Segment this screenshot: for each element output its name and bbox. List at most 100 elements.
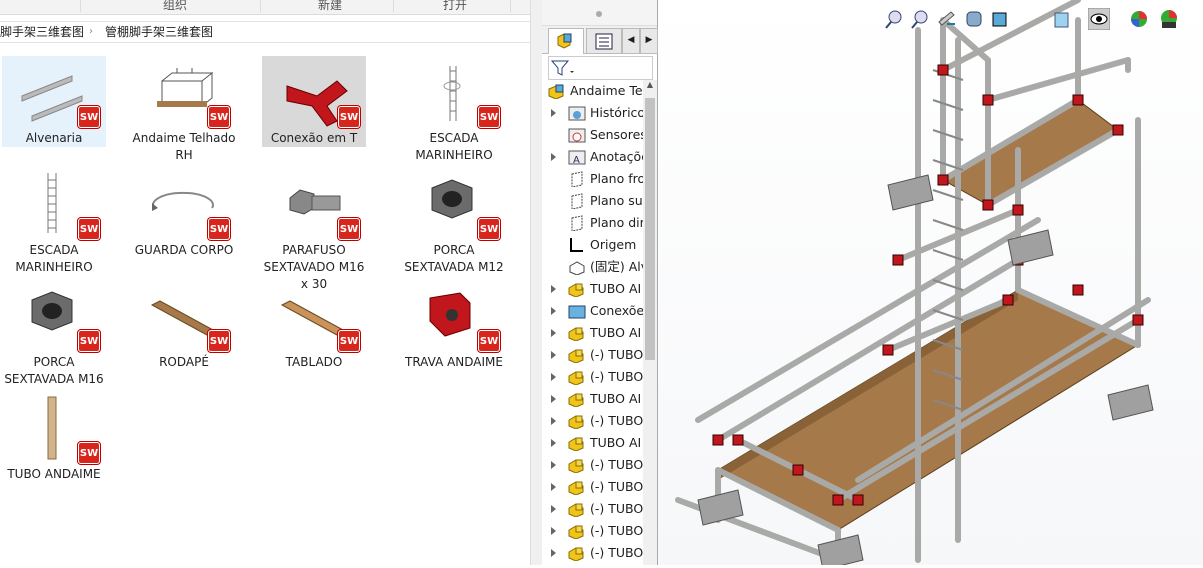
tree-item[interactable]: Plano fro [542, 168, 643, 190]
scaffold-tube [985, 57, 1131, 103]
scaffold-clamp [1112, 124, 1124, 136]
scroll-up-icon[interactable]: ▲ [643, 80, 657, 89]
zoom-to-fit-icon[interactable] [883, 8, 905, 30]
tree-filter[interactable] [548, 56, 653, 80]
tree-item[interactable]: Andaime Tel [542, 80, 643, 102]
file-item[interactable]: SW GUARDA CORPO [132, 168, 236, 259]
expand-arrow-icon[interactable] [551, 483, 556, 491]
scaffold-clamp [792, 464, 804, 476]
tree-item[interactable]: (-) TUBO [542, 366, 643, 388]
expand-arrow-icon[interactable] [551, 153, 556, 161]
tab-feature-manager[interactable] [548, 28, 584, 54]
tree-item-label: TUBO AI [590, 391, 642, 406]
file-item[interactable]: SW Alvenaria [2, 56, 106, 147]
tree-item[interactable]: (-) TUBO [542, 410, 643, 432]
solidworks-badge-icon: SW [78, 106, 100, 128]
expand-arrow-icon[interactable] [551, 549, 556, 557]
expand-arrow-icon[interactable] [551, 395, 556, 403]
scaffold-clamp [937, 64, 949, 76]
graphics-viewport[interactable] [658, 0, 1203, 568]
tab-scroll-left[interactable]: ◀ [622, 28, 640, 54]
scrollbar-thumb[interactable] [645, 98, 655, 360]
tree-item[interactable]: (-) TUBO [542, 542, 643, 564]
apply-scene-icon[interactable] [1158, 8, 1180, 30]
file-item[interactable]: SW Andaime Telhado RH [132, 56, 236, 164]
new-button[interactable]: 新建 [295, 0, 365, 13]
file-item[interactable]: SW ESCADA MARINHEIRO [402, 56, 506, 164]
organize-button[interactable]: 组织 [140, 0, 210, 13]
tree-item[interactable]: (-) TUBO [542, 476, 643, 498]
tree-item[interactable]: (-) TUBO [542, 454, 643, 476]
breadcrumb-parent[interactable]: 脚手架三维套图 [0, 22, 84, 42]
expand-arrow-icon[interactable] [551, 373, 556, 381]
tree-item-label: (-) TUBO [590, 545, 643, 560]
tree-item[interactable]: TUBO AI [542, 388, 643, 410]
solidworks-badge-icon: SW [208, 218, 230, 240]
file-item[interactable]: SW TUBO ANDAIME [2, 392, 106, 483]
collapse-handle[interactable] [596, 11, 602, 17]
breadcrumb-current[interactable]: 管棚脚手架三维套图 [105, 22, 213, 42]
solidworks-badge-icon: SW [478, 106, 500, 128]
tree-item[interactable]: (-) TUBO [542, 520, 643, 542]
file-item[interactable]: SW PORCA SEXTAVADA M12 [402, 168, 506, 276]
tree-item[interactable]: Origem [542, 234, 643, 256]
part-icon [568, 371, 584, 385]
solidworks-badge-icon: SW [208, 330, 230, 352]
tree-item[interactable]: Conexões [542, 300, 643, 322]
tree-item[interactable]: Sensores [542, 124, 643, 146]
part-icon [568, 525, 584, 539]
expand-arrow-icon[interactable] [551, 417, 556, 425]
tree-item[interactable]: Plano dir [542, 212, 643, 234]
previous-view-icon[interactable] [935, 8, 957, 30]
view-orientation-icon[interactable] [989, 8, 1011, 30]
expand-arrow-icon[interactable] [551, 109, 556, 117]
ribbon-toolbar: 组织 新建 打开 [0, 0, 530, 15]
tree-item-label: (-) TUBO [590, 347, 643, 362]
history-folder-icon [568, 106, 586, 121]
tree-item[interactable]: Histórico [542, 102, 643, 124]
expand-arrow-icon[interactable] [551, 329, 556, 337]
part-icon [568, 437, 584, 451]
tree-item[interactable]: (固定) Alv [542, 256, 643, 278]
breadcrumb-separator[interactable]: › [89, 22, 93, 42]
tree-item[interactable]: TUBO AI [542, 322, 643, 344]
file-item[interactable]: SW TABLADO [262, 280, 366, 371]
platform-deck [716, 289, 1140, 531]
tree-item[interactable]: A Anotações [542, 146, 643, 168]
solidworks-badge-icon: SW [208, 106, 230, 128]
hide-show-icon[interactable] [1088, 8, 1110, 30]
tree-item[interactable]: Plano su [542, 190, 643, 212]
display-style-icon[interactable] [1051, 8, 1073, 30]
file-name: TRAVA ANDAIME [405, 355, 503, 369]
expand-arrow-icon[interactable] [551, 527, 556, 535]
expand-arrow-icon[interactable] [551, 307, 556, 315]
file-item[interactable]: SW PARAFUSO SEXTAVADO M16 x 30 [262, 168, 366, 293]
tree-item-label: (-) TUBO [590, 523, 643, 538]
tree-item[interactable]: (-) TUBO [542, 344, 643, 366]
expand-arrow-icon[interactable] [551, 461, 556, 469]
tab-property-manager[interactable] [586, 28, 622, 54]
section-view-icon[interactable] [963, 8, 985, 30]
expand-arrow-icon[interactable] [551, 351, 556, 359]
tree-item[interactable]: (-) TUBO [542, 498, 643, 520]
expand-arrow-icon[interactable] [551, 505, 556, 513]
tree-item[interactable]: TUBO AI [542, 432, 643, 454]
expand-arrow-icon[interactable] [551, 285, 556, 293]
tree-scrollbar[interactable]: ▲ [643, 80, 657, 565]
folder-icon [568, 305, 586, 319]
edit-appearance-icon[interactable] [1128, 8, 1150, 30]
solidworks-badge-icon: SW [78, 218, 100, 240]
file-item[interactable]: SW PORCA SEXTAVADA M16 [2, 280, 106, 388]
tab-scroll-right[interactable]: ▶ [640, 28, 658, 54]
file-item[interactable]: SW RODAPÉ [132, 280, 236, 371]
expand-arrow-icon[interactable] [551, 439, 556, 447]
file-item[interactable]: SW ESCADA MARINHEIRO [2, 168, 106, 276]
zoom-to-area-icon[interactable] [909, 8, 931, 30]
pane-splitter[interactable] [530, 0, 542, 565]
scaffold-3d-model[interactable] [658, 0, 1203, 568]
tree-item[interactable]: TUBO AI [542, 278, 643, 300]
file-item[interactable]: SW TRAVA ANDAIME [402, 280, 506, 371]
file-item[interactable]: SW Conexão em T [262, 56, 366, 147]
scaffold-clamp [982, 94, 994, 106]
open-button[interactable]: 打开 [420, 0, 490, 13]
